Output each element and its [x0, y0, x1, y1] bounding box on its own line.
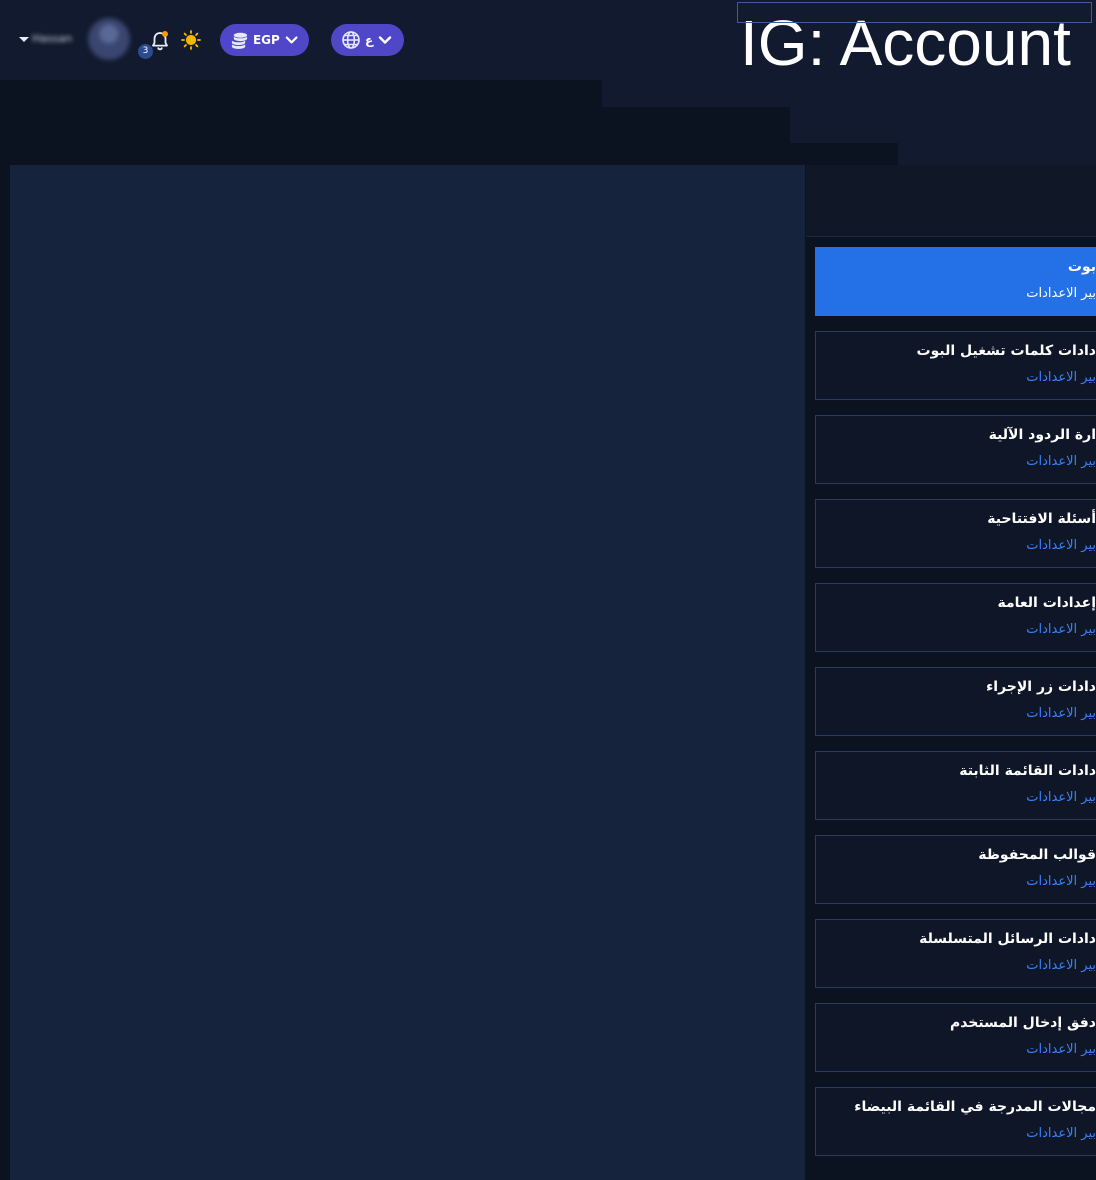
settings-item[interactable]: إعدادات العامة بير الاعدادات	[815, 583, 1096, 652]
change-settings-link[interactable]: بير الاعدادات	[1026, 621, 1096, 639]
settings-item[interactable]: قوالب المحفوظة بير الاعدادات	[815, 835, 1096, 904]
settings-item[interactable]: أسئلة الافتتاحية بير الاعدادات	[815, 499, 1096, 568]
settings-item-title: دادات الرسائل المتسلسلة	[919, 931, 1096, 947]
settings-item[interactable]: دادات كلمات تشغيل البوت بير الاعدادات	[815, 331, 1096, 400]
settings-item[interactable]: دفق إدخال المستخدم بير الاعدادات	[815, 1003, 1096, 1072]
user-name[interactable]: Hassan	[32, 31, 84, 47]
settings-item[interactable]: دادات القائمة الثابتة بير الاعدادات	[815, 751, 1096, 820]
caret-down-icon[interactable]	[19, 37, 29, 42]
settings-item-title: دفق إدخال المستخدم	[949, 1015, 1096, 1031]
notification-dot	[162, 31, 168, 37]
settings-content-panel	[10, 165, 805, 1180]
change-settings-link[interactable]: بير الاعدادات	[1026, 369, 1096, 387]
settings-item-title: دادات زر الإجراء	[986, 679, 1096, 695]
title-focus-outline	[737, 2, 1092, 23]
language-selector[interactable]: ع	[331, 24, 404, 56]
chevron-down-icon	[285, 36, 298, 44]
avatar[interactable]	[88, 18, 130, 60]
settings-list-header	[806, 165, 1096, 237]
change-settings-link[interactable]: بير الاعدادات	[1026, 873, 1096, 891]
currency-selector[interactable]: EGP	[220, 24, 309, 56]
header-extension	[602, 80, 1096, 107]
change-settings-link[interactable]: بير الاعدادات	[1026, 453, 1096, 471]
change-settings-link[interactable]: بير الاعدادات	[1026, 1125, 1096, 1143]
header-extension-step	[790, 107, 1096, 143]
settings-item-title: بوت	[1067, 259, 1096, 275]
coins-icon	[231, 32, 248, 49]
settings-item-title: أسئلة الافتتاحية	[987, 511, 1096, 527]
sun-icon[interactable]	[181, 30, 201, 50]
change-settings-link[interactable]: بير الاعدادات	[1026, 705, 1096, 723]
settings-item-title: ارة الردود الآلية	[988, 427, 1096, 443]
settings-item[interactable]: مجالات المدرجة في القائمة البيضاء بير ال…	[815, 1087, 1096, 1156]
settings-item[interactable]: بوت بير الاعدادات	[815, 247, 1096, 316]
header-extension-step	[898, 143, 1096, 165]
language-label: ع	[365, 33, 374, 47]
settings-item-title: دادات القائمة الثابتة	[959, 763, 1096, 779]
settings-item-title: دادات كلمات تشغيل البوت	[916, 343, 1096, 359]
settings-item-title: قوالب المحفوظة	[978, 847, 1096, 863]
change-settings-link[interactable]: بير الاعدادات	[1026, 285, 1096, 303]
settings-item[interactable]: دادات الرسائل المتسلسلة بير الاعدادات	[815, 919, 1096, 988]
settings-item[interactable]: ارة الردود الآلية بير الاعدادات	[815, 415, 1096, 484]
notification-count-badge: 3	[138, 44, 153, 59]
change-settings-link[interactable]: بير الاعدادات	[1026, 789, 1096, 807]
globe-icon	[342, 31, 360, 49]
settings-item-title: مجالات المدرجة في القائمة البيضاء	[854, 1099, 1096, 1115]
currency-label: EGP	[252, 33, 280, 47]
app-page: Hassan 3 EGP ع IG: Account بوت بير الاعد…	[0, 0, 1096, 1180]
chevron-down-icon	[379, 36, 392, 44]
change-settings-link[interactable]: بير الاعدادات	[1026, 1041, 1096, 1059]
change-settings-link[interactable]: بير الاعدادات	[1026, 537, 1096, 555]
settings-item[interactable]: دادات زر الإجراء بير الاعدادات	[815, 667, 1096, 736]
settings-item-title: إعدادات العامة	[997, 595, 1096, 611]
change-settings-link[interactable]: بير الاعدادات	[1026, 957, 1096, 975]
